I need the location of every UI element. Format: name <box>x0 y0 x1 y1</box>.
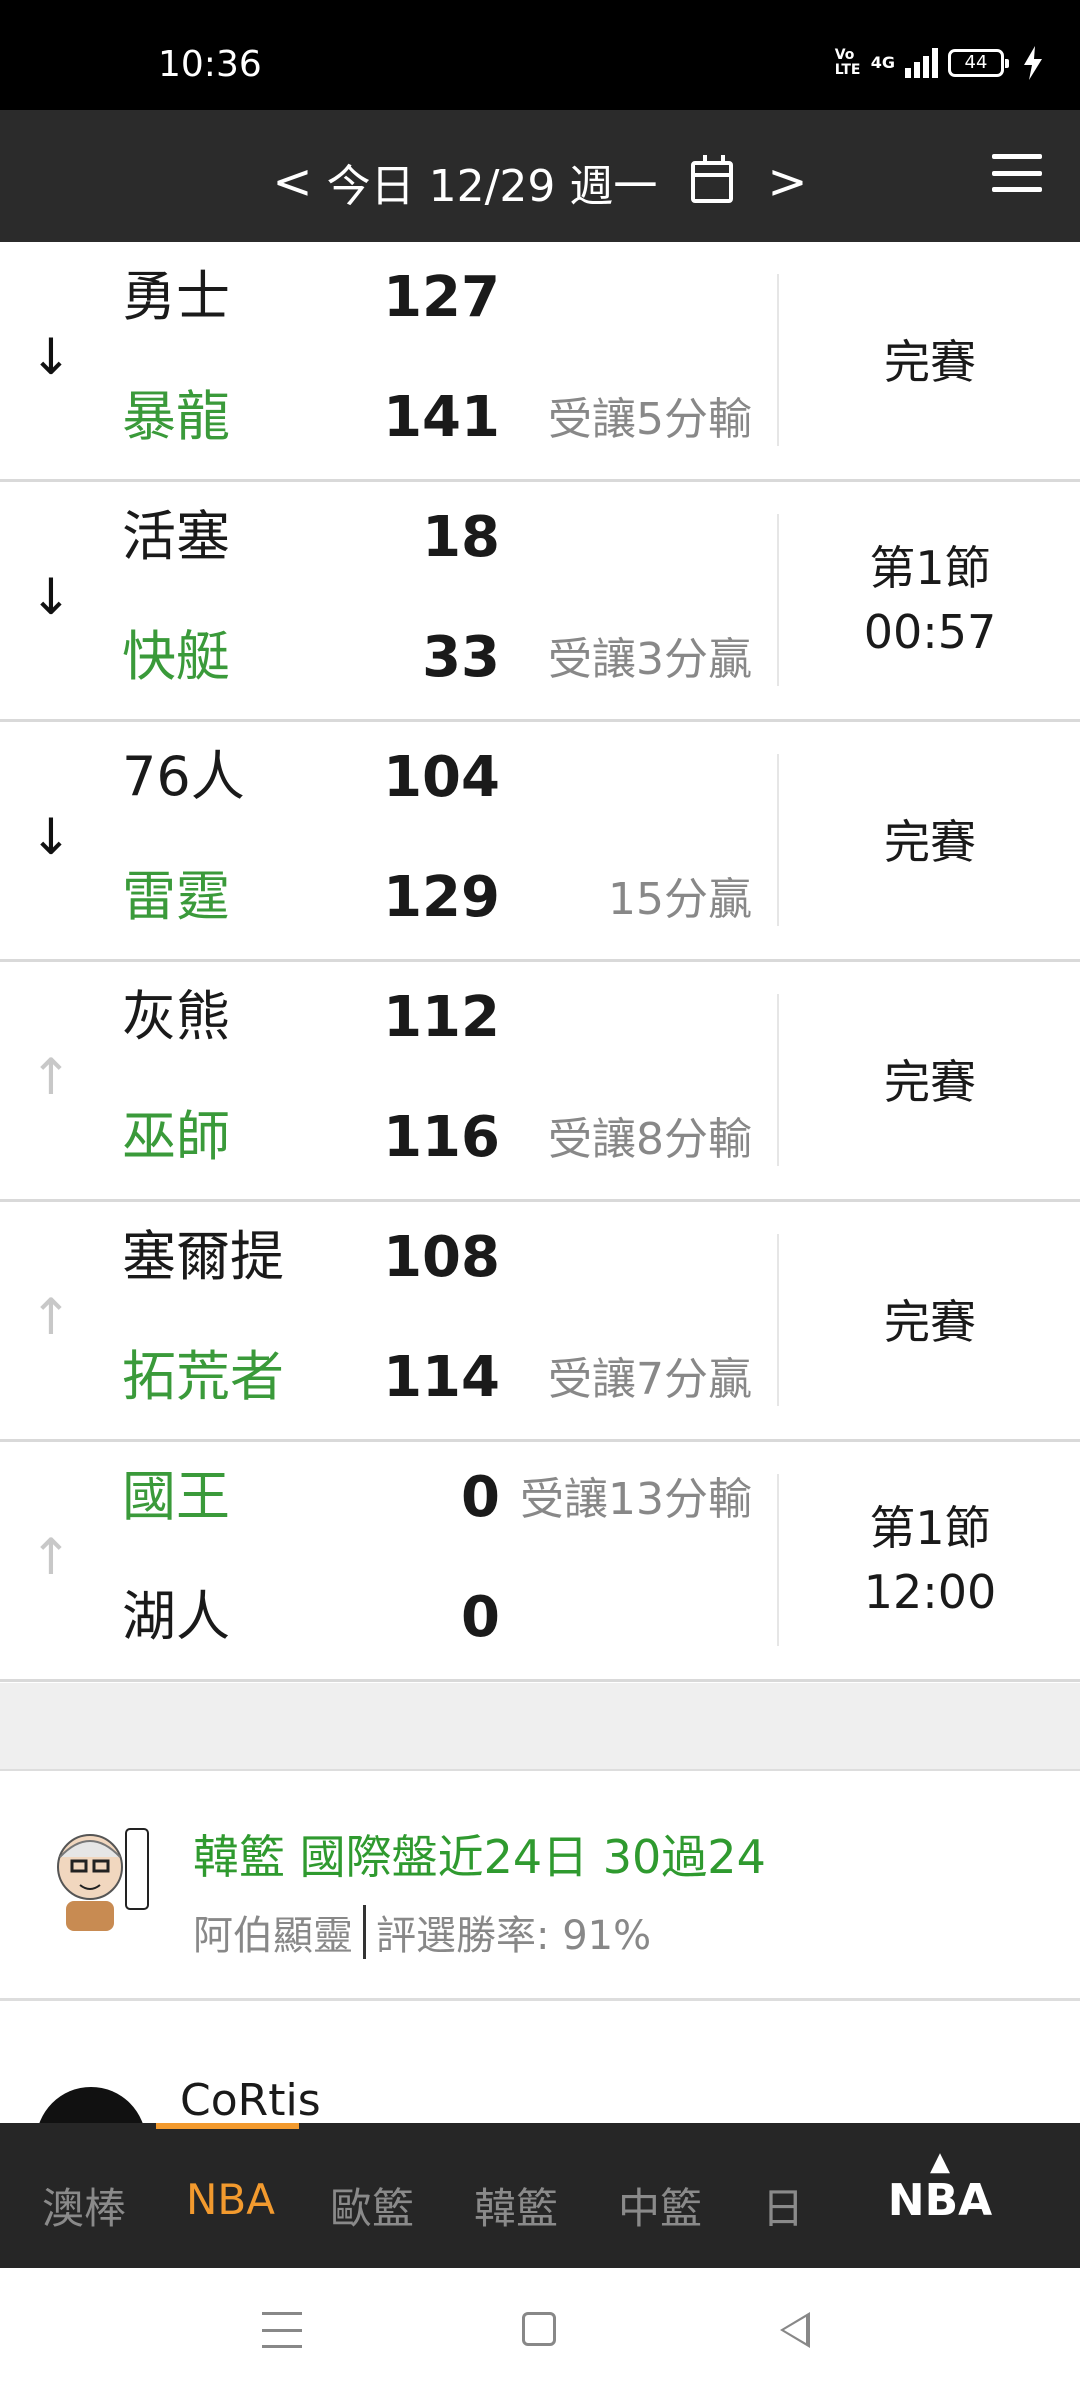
expand-arrow-icon[interactable]: ↓ <box>30 332 72 382</box>
team2-name: 雷霆 <box>122 865 230 928</box>
team1-score: 18 <box>422 505 500 570</box>
recent-apps-icon[interactable] <box>262 2312 302 2348</box>
network-type: 4G <box>870 53 895 72</box>
game-status: 第1節 00:57 <box>863 541 997 659</box>
odds-result: 受讓5分輸 <box>548 394 752 445</box>
team1-score: 104 <box>383 745 500 810</box>
next-day-button[interactable]: > <box>767 158 807 206</box>
league-tab-bar: 澳棒 NBA 歐籃 韓籃 中籃 日 ▲ NBA <box>0 2123 1080 2268</box>
game-status: 第1節 12:00 <box>863 1501 997 1619</box>
charging-bolt-icon <box>1024 46 1042 80</box>
win-rate: 評選勝率: 91% <box>376 1913 652 1959</box>
tab-aus-baseball[interactable]: 澳棒 <box>42 2175 126 2236</box>
team1-score: 0 <box>461 1465 500 1530</box>
battery-icon: 44 <box>948 49 1009 77</box>
game-row[interactable]: ↑ 國王 0 受讓13分輸 湖人 0 第1節 12:00 <box>0 1442 1080 1682</box>
team2-score: 129 <box>383 865 500 930</box>
divider <box>777 1474 779 1646</box>
team2-name: 暴龍 <box>122 385 230 448</box>
divider <box>777 754 779 926</box>
active-tab-indicator <box>156 2123 299 2129</box>
status-icons: Vo LTE 4G 44 <box>835 46 1044 80</box>
game-status: 完賽 <box>884 1295 976 1349</box>
team2-score: 116 <box>383 1105 500 1170</box>
team1-name: 活塞 <box>122 505 230 568</box>
separator <box>363 1905 366 1959</box>
promo-title: 韓籃 國際盤近24日 30過24 <box>193 1830 766 1884</box>
team2-name: 快艇 <box>122 625 230 688</box>
team1-name: 塞爾提 <box>122 1225 284 1288</box>
team2-score: 141 <box>383 385 500 450</box>
tab-korea-basketball[interactable]: 韓籃 <box>474 2175 558 2236</box>
system-nav-bar <box>0 2268 1080 2400</box>
team2-name: 拓荒者 <box>122 1345 284 1408</box>
tab-japan[interactable]: 日 <box>762 2175 804 2236</box>
team2-name: 湖人 <box>122 1585 230 1648</box>
collapse-arrow-icon[interactable]: ↑ <box>30 1532 72 1582</box>
team2-score: 0 <box>461 1585 500 1650</box>
calendar-icon[interactable] <box>691 155 734 203</box>
section-spacer <box>0 1683 1080 1771</box>
current-league-selector[interactable]: ▲ NBA <box>880 2149 1000 2226</box>
user-avatar <box>36 2087 146 2123</box>
odds-result: 受讓8分輸 <box>548 1114 752 1165</box>
status-bar: 10:36 Vo LTE 4G 44 <box>0 0 1080 110</box>
divider <box>777 1234 779 1406</box>
game-row[interactable]: ↑ 塞爾提 108 拓荒者 114 受讓7分贏 完賽 <box>0 1202 1080 1442</box>
signal-icon <box>905 48 938 78</box>
game-row[interactable]: ↑ 灰熊 112 巫師 116 受讓8分輸 完賽 <box>0 962 1080 1202</box>
team1-score: 112 <box>383 985 500 1050</box>
game-row[interactable]: ↓ 勇士 127 暴龍 141 受讓5分輸 完賽 <box>0 242 1080 482</box>
team1-name: 國王 <box>122 1465 230 1528</box>
back-icon[interactable] <box>780 2312 810 2348</box>
team2-score: 114 <box>383 1345 500 1410</box>
home-icon[interactable] <box>522 2312 556 2346</box>
expert-avatar-icon <box>57 1828 149 1931</box>
game-row[interactable]: ↓ 76人 104 雷霆 129 15分贏 完賽 <box>0 722 1080 962</box>
odds-result: 受讓7分贏 <box>548 1354 752 1405</box>
odds-result: 15分贏 <box>608 874 752 925</box>
status-time: 10:36 <box>158 44 262 85</box>
team1-score: 127 <box>383 265 500 330</box>
hamburger-menu-icon[interactable] <box>992 154 1042 192</box>
game-row[interactable]: ↓ 活塞 18 快艇 33 受讓3分贏 第1節 00:57 <box>0 482 1080 722</box>
current-league-label: NBA <box>887 2175 993 2226</box>
collapse-arrow-icon[interactable]: ↑ <box>30 1292 72 1342</box>
game-status: 完賽 <box>884 815 976 869</box>
team1-name: 勇士 <box>122 265 230 328</box>
username: CoRtis <box>180 2075 321 2123</box>
expert-pick-banner[interactable]: 韓籃 國際盤近24日 30過24 阿伯顯靈 評選勝率: 91% <box>0 1771 1080 2001</box>
divider <box>777 274 779 446</box>
volte-indicator: Vo LTE <box>834 47 861 78</box>
team2-name: 巫師 <box>122 1105 230 1168</box>
tab-nba[interactable]: NBA <box>186 2175 275 2224</box>
game-status: 完賽 <box>884 335 976 389</box>
divider <box>777 514 779 686</box>
date-label[interactable]: 今日 12/29 週一 <box>327 150 658 214</box>
game-list: ↓ 勇士 127 暴龍 141 受讓5分輸 完賽 ↓ 活塞 18 快艇 33 受… <box>0 242 1080 1682</box>
expand-arrow-icon[interactable]: ↓ <box>30 812 72 862</box>
team2-score: 33 <box>422 625 500 690</box>
team1-name: 76人 <box>122 745 245 808</box>
comment-preview[interactable]: CoRtis <box>0 2001 1080 2123</box>
tab-china-basketball[interactable]: 中籃 <box>618 2175 702 2236</box>
expand-arrow-icon[interactable]: ↓ <box>30 572 72 622</box>
author-name: 阿伯顯靈 <box>193 1913 353 1959</box>
game-status: 完賽 <box>884 1055 976 1109</box>
tab-euro-basketball[interactable]: 歐籃 <box>330 2175 414 2236</box>
odds-result: 受讓13分輸 <box>520 1474 752 1525</box>
top-header: < 今日 12/29 週一 > <box>0 110 1080 242</box>
promo-subtitle: 阿伯顯靈 評選勝率: 91% <box>193 1903 651 1961</box>
prev-day-button[interactable]: < <box>272 158 312 206</box>
team1-score: 108 <box>383 1225 500 1290</box>
collapse-arrow-icon[interactable]: ↑ <box>30 1052 72 1102</box>
team1-name: 灰熊 <box>122 985 230 1048</box>
divider <box>777 994 779 1166</box>
odds-result: 受讓3分贏 <box>548 634 752 685</box>
date-navigation: < 今日 12/29 週一 > <box>0 150 1080 214</box>
caret-up-icon: ▲ <box>930 2147 950 2177</box>
